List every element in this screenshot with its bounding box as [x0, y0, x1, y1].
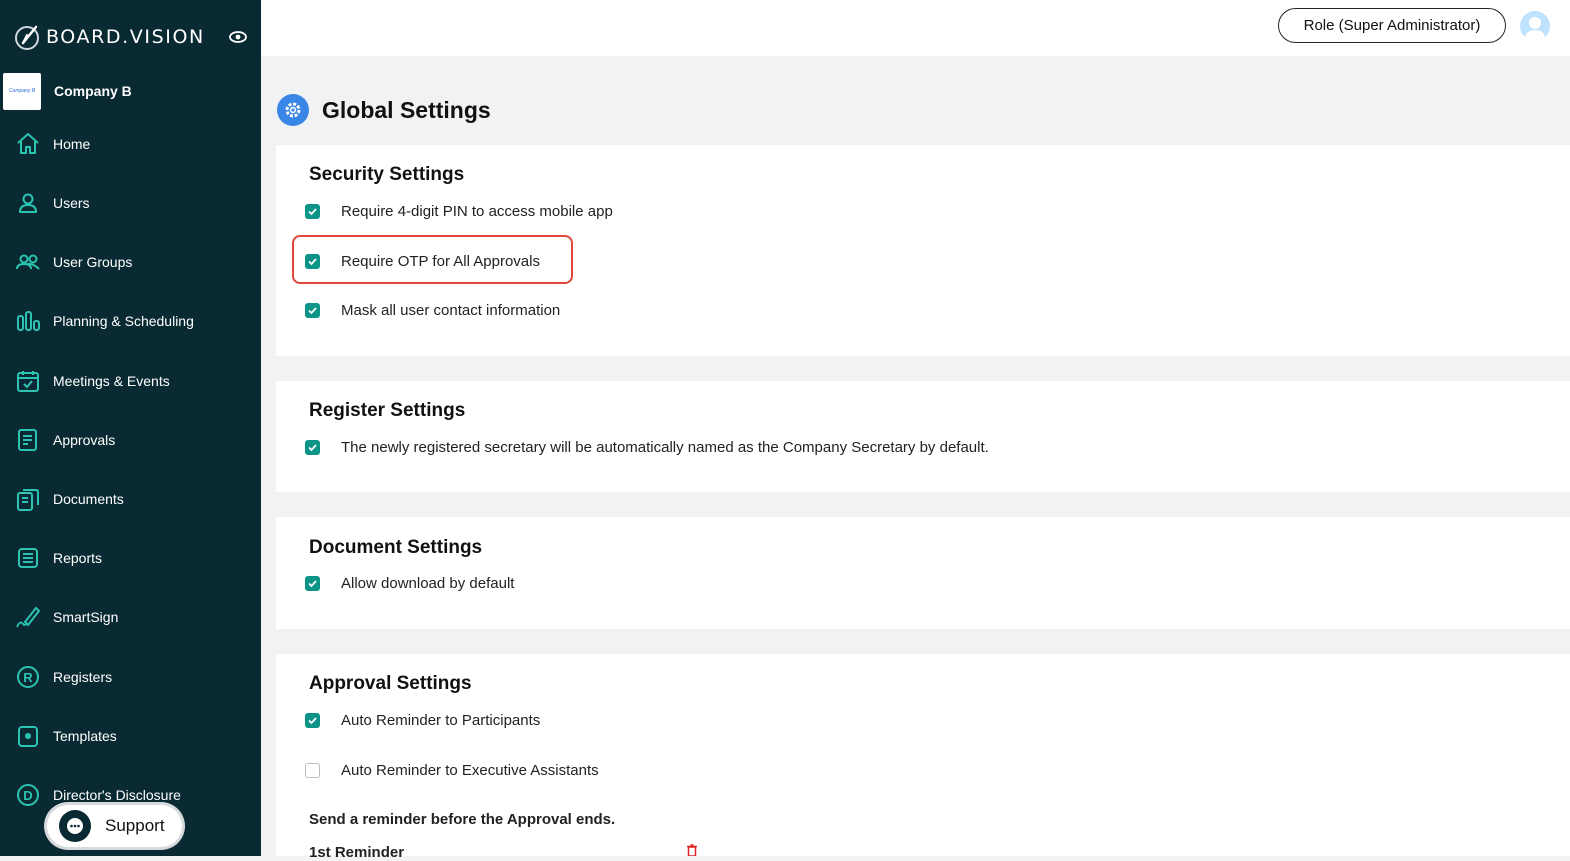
documents-icon: [17, 489, 39, 511]
checkbox-unchecked-icon[interactable]: [305, 762, 320, 778]
chat-icon: [59, 810, 91, 842]
company-logo: Company B: [3, 72, 41, 110]
register-settings-title: Register Settings: [309, 400, 466, 421]
register-settings-card: Register Settings The newly registered s…: [276, 381, 1570, 492]
option-auto-reminder-assistants[interactable]: Auto Reminder to Executive Assistants: [305, 760, 599, 780]
brand-name: BOARD.VISION: [46, 26, 205, 48]
pen-icon: [16, 606, 41, 628]
sidebar-item-approvals[interactable]: Approvals: [0, 410, 261, 470]
sidebar-item-label: Registers: [53, 669, 113, 685]
approval-settings-card: Approval Settings Auto Reminder to Parti…: [276, 654, 1570, 861]
home-icon: [17, 133, 39, 154]
board-vision-logo-icon: [15, 25, 39, 50]
first-reminder-label: 1st Reminder: [309, 844, 405, 861]
planning-icon: [17, 311, 40, 331]
sidebar-item-registers[interactable]: R Registers: [0, 647, 261, 707]
sidebar-item-label: Reports: [53, 550, 103, 566]
role-button[interactable]: Role (Super Administrator): [1278, 8, 1506, 43]
checkbox-checked-icon[interactable]: [305, 575, 320, 591]
users-icon: [16, 254, 40, 270]
brand[interactable]: BOARD.VISION: [14, 22, 205, 52]
sidebar-item-label: Templates: [53, 728, 117, 744]
eye-toggle-icon[interactable]: [228, 29, 248, 45]
sidebar-item-home[interactable]: Home: [0, 114, 261, 174]
option-label: Require 4-digit PIN to access mobile app: [341, 202, 613, 220]
sidebar-item-documents[interactable]: Documents: [0, 469, 261, 529]
checkbox-checked-icon[interactable]: [305, 203, 320, 219]
svg-text:D: D: [23, 788, 32, 803]
trash-icon[interactable]: [686, 844, 698, 856]
option-mask-contact[interactable]: Mask all user contact information: [305, 300, 560, 320]
checkbox-checked-icon[interactable]: [305, 712, 320, 728]
sidebar: BOARD.VISION Company B Company B Home Us…: [0, 0, 261, 856]
support-label: Support: [105, 816, 165, 835]
avatar[interactable]: [1520, 11, 1550, 41]
calendar-icon: [17, 371, 39, 392]
document-settings-card: Document Settings Allow download by defa…: [276, 517, 1570, 629]
option-label: Auto Reminder to Executive Assistants: [341, 761, 599, 779]
option-label: Mask all user contact information: [341, 301, 561, 319]
sidebar-item-label: Meetings & Events: [53, 373, 170, 389]
checkbox-checked-icon[interactable]: [305, 439, 320, 455]
sidebar-item-label: Planning & Scheduling: [53, 313, 194, 329]
sidebar-item-label: Approvals: [53, 432, 116, 448]
disclosure-icon: D: [17, 784, 39, 806]
registered-icon: R: [17, 666, 39, 688]
option-allow-download[interactable]: Allow download by default: [305, 573, 514, 593]
option-auto-reminder-participants[interactable]: Auto Reminder to Participants: [305, 710, 540, 730]
security-settings-title: Security Settings: [309, 164, 465, 185]
user-icon: [18, 193, 38, 213]
company-switcher[interactable]: Company B Company B: [0, 70, 261, 112]
highlight-box: [292, 235, 573, 284]
page-title: Global Settings: [322, 96, 491, 123]
approval-settings-title: Approval Settings: [309, 673, 472, 694]
sidebar-item-label: Users: [53, 195, 90, 211]
reports-icon: [18, 548, 38, 568]
gear-icon: [277, 94, 309, 126]
company-name: Company B: [54, 83, 132, 99]
support-button[interactable]: Support: [47, 805, 182, 847]
option-auto-secretary[interactable]: The newly registered secretary will be a…: [305, 437, 989, 457]
sidebar-item-planning[interactable]: Planning & Scheduling: [0, 291, 261, 351]
sidebar-item-label: Home: [53, 136, 91, 152]
sidebar-item-meetings[interactable]: Meetings & Events: [0, 351, 261, 411]
sidebar-item-users[interactable]: Users: [0, 173, 261, 233]
checkbox-checked-icon[interactable]: [305, 302, 320, 318]
option-require-pin[interactable]: Require 4-digit PIN to access mobile app: [305, 201, 613, 221]
template-icon: [18, 726, 38, 747]
sidebar-item-reports[interactable]: Reports: [0, 528, 261, 588]
option-label: Auto Reminder to Participants: [341, 711, 541, 729]
sidebar-item-user-groups[interactable]: User Groups: [0, 232, 261, 292]
option-label: Allow download by default: [341, 574, 515, 592]
sidebar-item-label: SmartSign: [53, 609, 119, 625]
sidebar-item-label: Director's Disclosure: [53, 787, 181, 803]
sidebar-item-label: Documents: [53, 491, 124, 507]
sidebar-item-label: User Groups: [53, 254, 133, 270]
page-header: Global Settings: [277, 94, 491, 126]
sidebar-item-smartsign[interactable]: SmartSign: [0, 587, 261, 647]
document-settings-title: Document Settings: [309, 537, 483, 558]
approvals-icon: [18, 429, 37, 451]
option-label: The newly registered secretary will be a…: [341, 438, 989, 456]
reminder-heading: Send a reminder before the Approval ends…: [309, 811, 616, 828]
sidebar-item-templates[interactable]: Templates: [0, 706, 261, 766]
svg-text:R: R: [23, 670, 33, 685]
